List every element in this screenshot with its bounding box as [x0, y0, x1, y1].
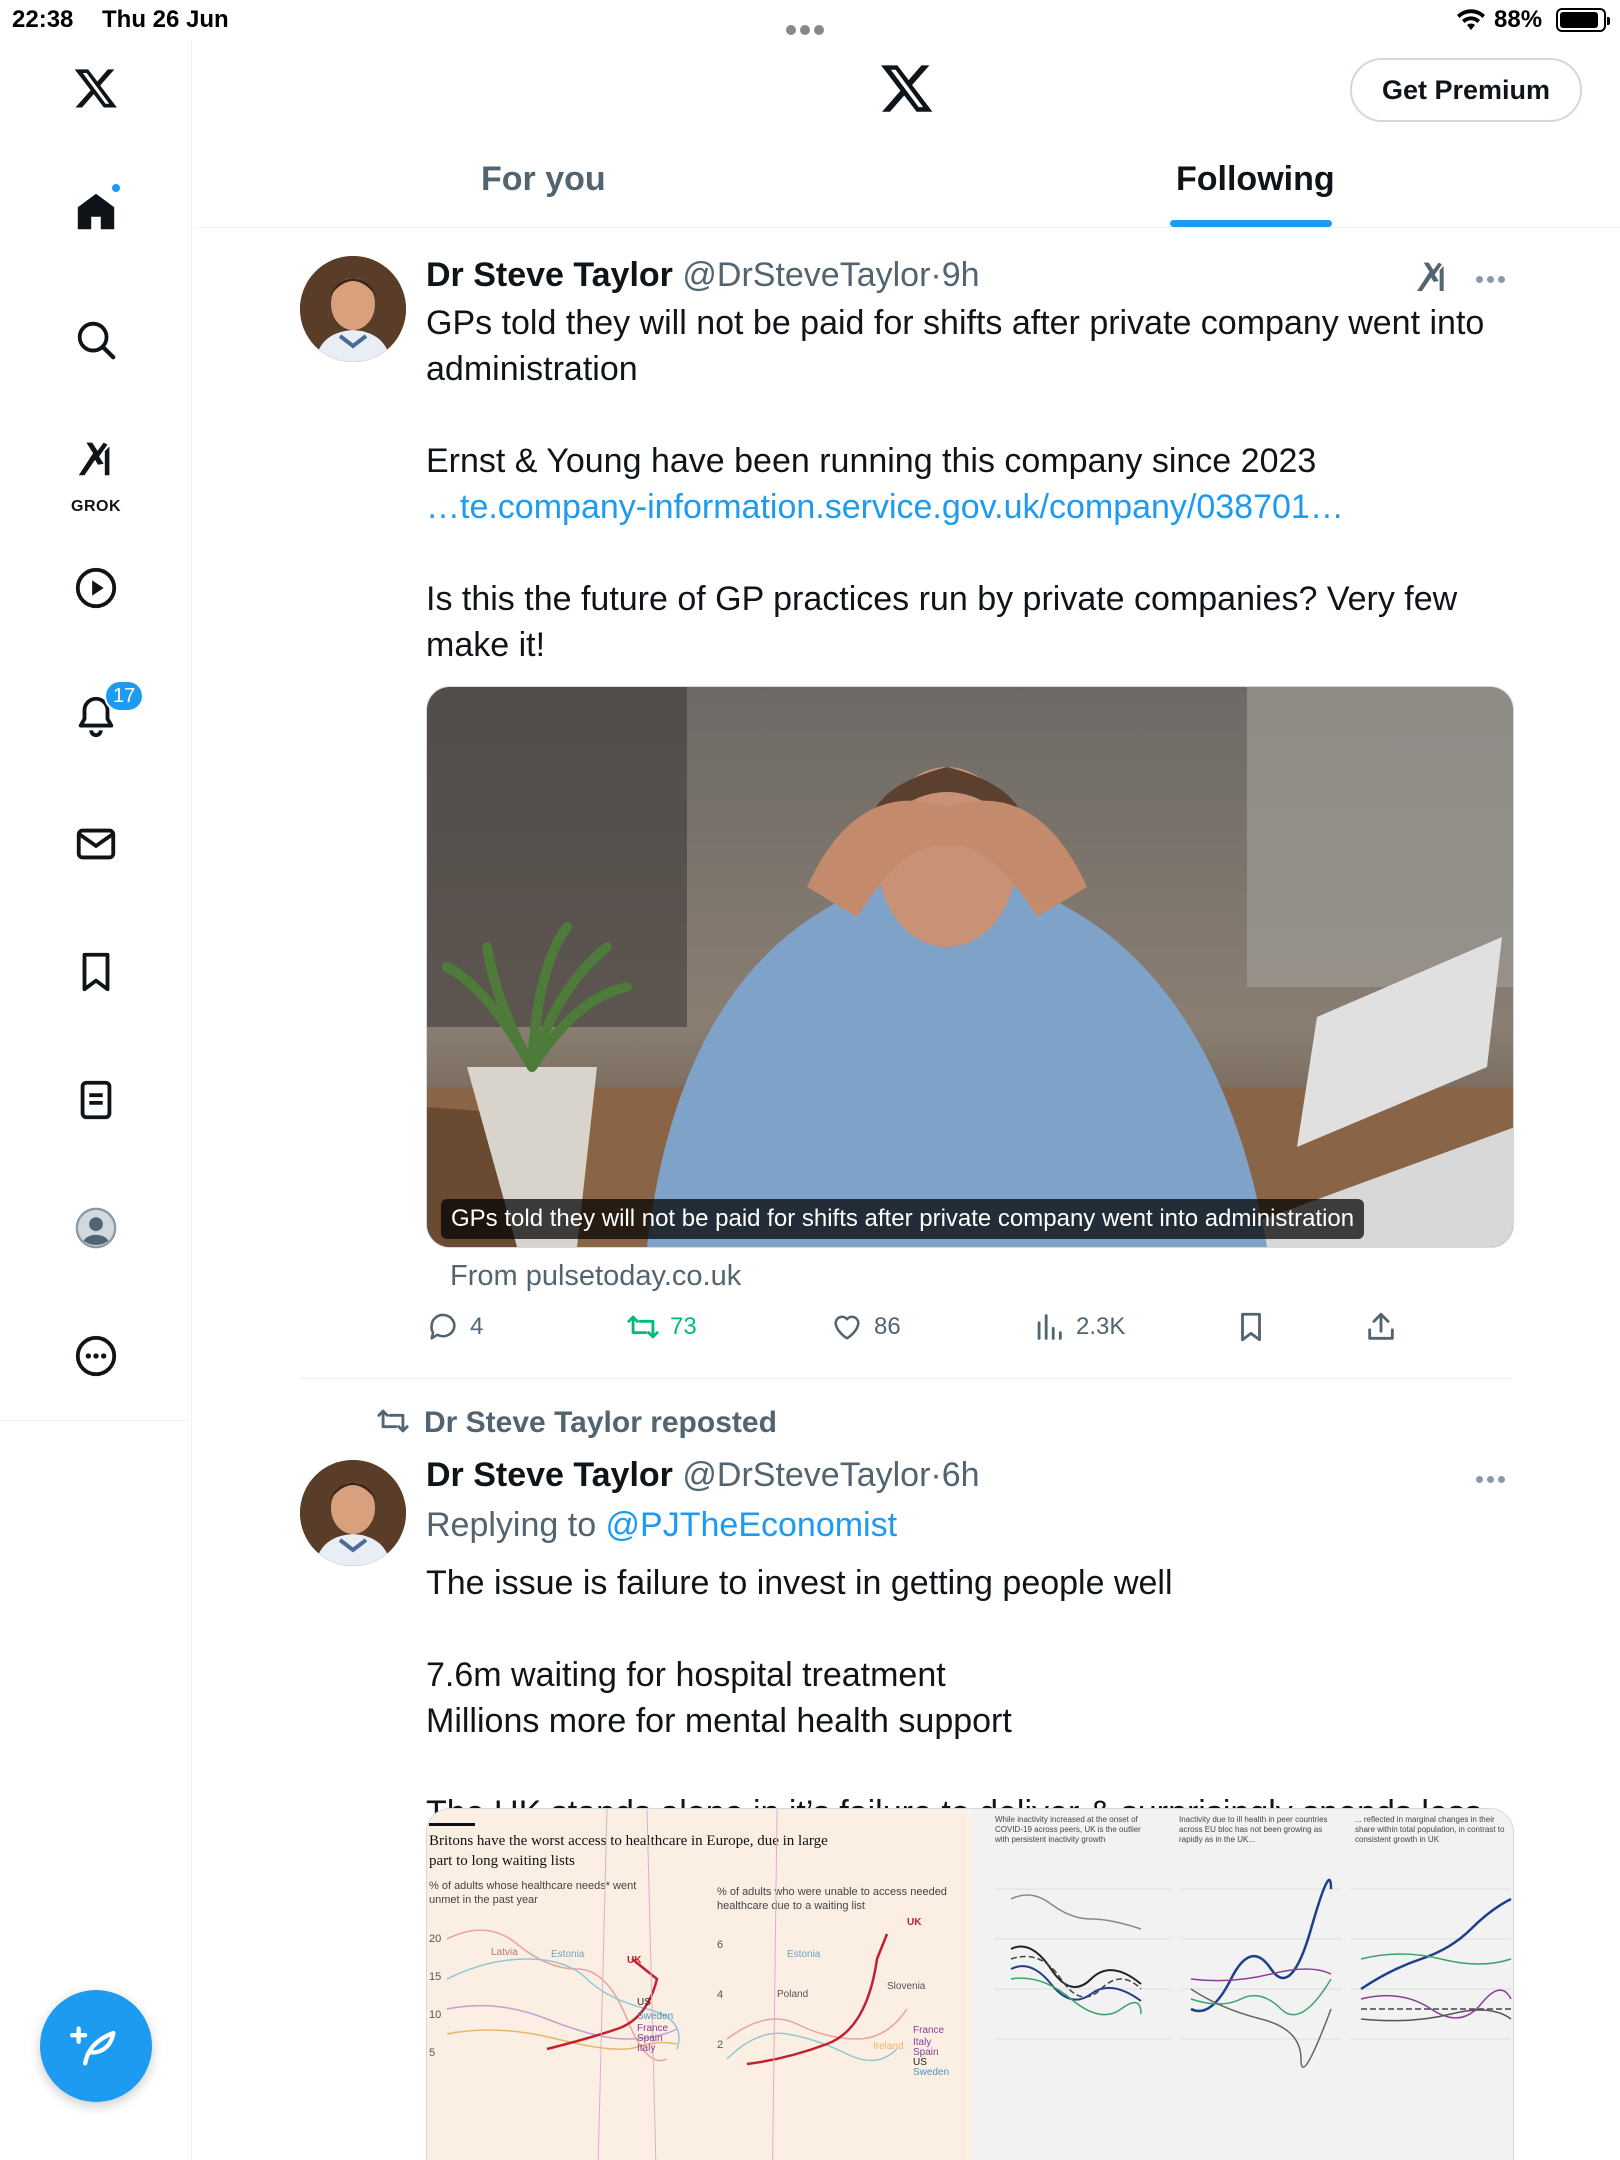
like-button[interactable]: 86	[830, 1310, 901, 1344]
tweet-header: Dr Steve Taylor @DrSteveTaylor·9h	[426, 250, 1512, 300]
repost-button[interactable]: 73	[626, 1310, 697, 1344]
chart-label: UK	[907, 1917, 922, 1928]
attached-chart-image[interactable]: Britons have the worst access to healthc…	[426, 1808, 1514, 2160]
grok-explain-icon[interactable]	[1412, 256, 1452, 296]
compose-feather-icon	[70, 2026, 116, 2066]
chart-label: France	[913, 2025, 945, 2036]
x-logo-icon[interactable]	[879, 60, 935, 116]
home-unread-dot	[110, 182, 122, 194]
video-icon[interactable]	[56, 548, 136, 628]
card-caption: GPs told they will not be paid for shift…	[441, 1199, 1365, 1239]
repost-label[interactable]: Dr Steve Taylor reposted	[424, 1406, 777, 1439]
author-handle[interactable]: @DrSteveTaylor	[682, 256, 930, 294]
chart-label: UK	[627, 1955, 642, 1966]
search-icon[interactable]	[56, 300, 136, 380]
chart-image-right: While inactivity increased at the onset …	[971, 1809, 1513, 2160]
more-options-icon[interactable]	[1476, 1470, 1512, 1483]
tweet-divider	[300, 1378, 1512, 1379]
compose-post-button[interactable]	[40, 1990, 152, 2102]
card-source[interactable]: From pulsetoday.co.uk	[450, 1260, 741, 1293]
notifications-badge: 17	[104, 680, 145, 712]
author-name[interactable]: Dr Steve Taylor	[426, 256, 673, 294]
views-button[interactable]: 2.3K	[1032, 1310, 1125, 1344]
chart-label: US	[637, 1997, 651, 2008]
chart-lines	[446, 1809, 908, 2160]
repost-icon	[377, 1409, 409, 1433]
battery-percent: 88%	[1494, 6, 1543, 33]
author-name[interactable]: Dr Steve Taylor	[426, 1456, 673, 1494]
wifi-icon	[1457, 9, 1485, 30]
tweet[interactable]: Dr Steve Taylor @DrSteveTaylor·9h GPs to…	[300, 250, 1514, 1370]
home-icon[interactable]	[56, 172, 136, 252]
share-button[interactable]	[1364, 1310, 1408, 1344]
reply-count: 4	[470, 1313, 484, 1340]
messages-icon[interactable]	[56, 804, 136, 884]
more-icon[interactable]	[56, 1316, 136, 1396]
tweet-text: GPs told they will not be paid for shift…	[426, 304, 1485, 480]
chart-panels	[995, 1878, 1512, 2068]
chart-label: Sweden	[913, 2067, 950, 2078]
repost-count: 73	[670, 1313, 697, 1340]
chart-label: Estonia	[551, 1949, 585, 1960]
heart-icon	[834, 1315, 860, 1340]
chart-label: Estonia	[787, 1949, 821, 1960]
x-logo-icon[interactable]	[56, 48, 136, 128]
avatar[interactable]	[300, 1460, 406, 1566]
separator-dot: ·	[930, 1456, 942, 1494]
tweet[interactable]: Dr Steve Taylor reposted Dr Steve Taylor…	[300, 1404, 1514, 2160]
multitasking-dots-icon[interactable]	[786, 14, 832, 35]
chart-label: Poland	[777, 1989, 809, 2000]
share-icon	[1368, 1312, 1394, 1340]
chart-label: Sweden	[637, 2011, 674, 2022]
grok-icon	[78, 442, 110, 476]
tweet-link[interactable]: …te.company-information.service.gov.uk/c…	[426, 484, 1512, 530]
battery-icon	[1556, 8, 1610, 32]
timeline-header: Get Premium For you Following	[193, 40, 1620, 228]
author-handle[interactable]: @DrSteveTaylor	[682, 1456, 930, 1494]
lists-icon[interactable]	[56, 1060, 136, 1140]
view-count: 2.3K	[1076, 1313, 1126, 1340]
chart-label: Slovenia	[887, 1981, 926, 1992]
tab-following[interactable]: Following	[1176, 160, 1335, 228]
get-premium-button[interactable]: Get Premium	[1350, 58, 1582, 122]
bookmark-icon	[1241, 1312, 1261, 1342]
tweet-actions: 4 73 86 2.3K	[426, 1310, 1512, 1354]
chart-image-left: Britons have the worst access to healthc…	[427, 1809, 967, 2160]
views-icon	[1037, 1314, 1062, 1340]
mention-link[interactable]: @PJTheEconomist	[606, 1506, 898, 1544]
repost-indicator: Dr Steve Taylor reposted	[376, 1404, 777, 1440]
more-options-icon[interactable]	[1476, 270, 1512, 283]
tweet-header: Dr Steve Taylor @DrSteveTaylor·6h	[426, 1450, 1512, 1500]
active-tab-indicator	[1170, 220, 1332, 227]
profile-icon[interactable]	[56, 1188, 136, 1268]
bookmarks-icon[interactable]	[56, 932, 136, 1012]
bookmark-button[interactable]	[1234, 1310, 1278, 1344]
separator-dot: ·	[930, 256, 942, 294]
sidebar: GROK 17	[0, 40, 192, 2160]
tab-for-you[interactable]: For you	[481, 160, 606, 228]
grok-label: GROK	[71, 498, 121, 515]
replying-prefix: Replying to	[426, 1506, 606, 1544]
status-bar: 22:38 Thu 26 Jun 88%	[0, 0, 1620, 40]
chart-label: Italy	[637, 2043, 656, 2054]
repost-icon	[627, 1315, 659, 1339]
grok-nav-button[interactable]: GROK	[56, 420, 136, 520]
replying-to: Replying to @PJTheEconomist	[426, 1500, 1512, 1550]
status-date: Thu 26 Jun	[102, 6, 229, 33]
like-count: 86	[874, 1313, 901, 1340]
sidebar-divider	[0, 1420, 192, 1421]
link-preview-card[interactable]: GPs told they will not be paid for shift…	[426, 686, 1514, 1248]
chart-label: Ireland	[873, 2041, 904, 2052]
chart-label: Latvia	[491, 1947, 518, 1958]
avatar[interactable]	[300, 256, 406, 362]
notifications-icon[interactable]: 17	[56, 676, 145, 756]
tweet-time[interactable]: 9h	[942, 256, 980, 294]
tweet-time[interactable]: 6h	[942, 1456, 980, 1494]
reply-button[interactable]: 4	[426, 1310, 483, 1344]
reply-icon	[430, 1313, 456, 1340]
tweet-text-continued: Is this the future of GP practices run b…	[426, 580, 1467, 664]
article-image	[427, 687, 1513, 1247]
status-time: 22:38	[12, 6, 74, 33]
